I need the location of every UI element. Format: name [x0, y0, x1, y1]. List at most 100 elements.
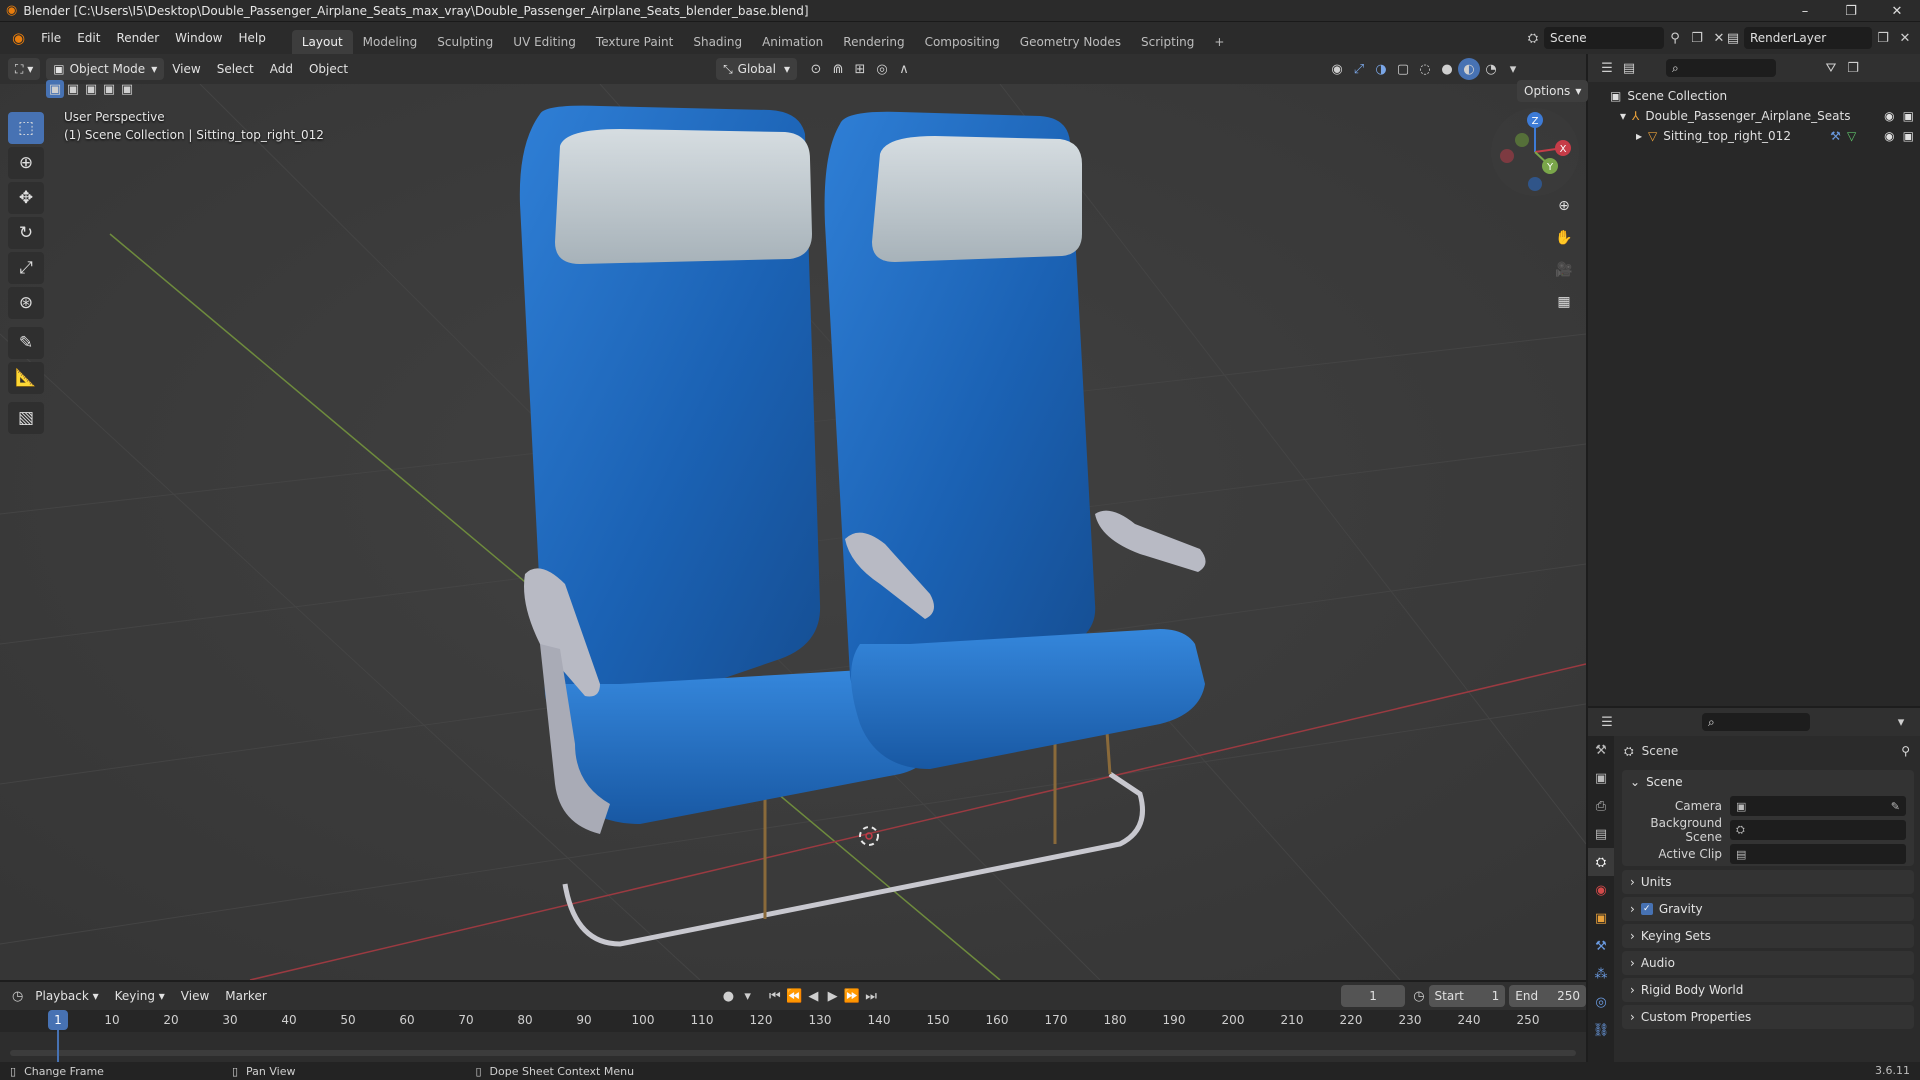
playhead[interactable]: 1	[48, 1010, 68, 1030]
pin-icon[interactable]: ⚲	[1901, 744, 1910, 758]
render-camera-icon[interactable]: ▣	[1903, 109, 1914, 123]
physics-tab-icon[interactable]: ◎	[1588, 988, 1614, 1016]
select-intersect-icon[interactable]: ▣	[118, 80, 136, 98]
cursor-tool[interactable]: ⊕	[8, 147, 44, 179]
shading-material-icon[interactable]: ◐	[1458, 58, 1480, 80]
output-tab-icon[interactable]: ⎙	[1588, 792, 1614, 820]
scene-icon[interactable]: ⛭	[1522, 27, 1544, 49]
measure-tool[interactable]: 📐	[8, 362, 44, 394]
modifier-tab-icon[interactable]: ⚒	[1588, 932, 1614, 960]
falloff-icon[interactable]: ∧	[893, 58, 915, 80]
select-subtract-icon[interactable]: ▣	[82, 80, 100, 98]
viewport-scene-canvas[interactable]: Z X Y	[0, 84, 1586, 980]
zoom-button[interactable]: ⊕	[1550, 192, 1578, 220]
timeline-ruler[interactable]: 10 20 30 40 50 60 70 80 90 100 110 120 1…	[0, 1010, 1586, 1032]
viewport-menu-view[interactable]: View	[164, 62, 208, 76]
menu-render[interactable]: Render	[108, 22, 167, 54]
eye-icon[interactable]: ◉	[1884, 109, 1894, 123]
menu-edit[interactable]: Edit	[69, 22, 108, 54]
units-panel-header[interactable]: › Units	[1622, 870, 1914, 894]
editor-type-button[interactable]: ⛶ ▾	[8, 58, 41, 80]
snap-icon[interactable]: ⋒	[827, 58, 849, 80]
tab-shading[interactable]: Shading	[683, 30, 752, 54]
tab-rendering[interactable]: Rendering	[833, 30, 914, 54]
tab-scripting[interactable]: Scripting	[1131, 30, 1204, 54]
modifier-wrench-icon[interactable]: ⚒	[1830, 129, 1841, 143]
menu-window[interactable]: Window	[167, 22, 230, 54]
timeline-scrollbar[interactable]	[10, 1050, 1576, 1056]
jump-next-keyframe-icon[interactable]: ⏩	[842, 985, 861, 1007]
delete-view-layer-icon[interactable]: ✕	[1894, 27, 1916, 49]
preview-range-icon[interactable]: ◷	[1409, 985, 1428, 1007]
gizmo-neg-x-handle[interactable]	[1500, 149, 1514, 163]
camera-field[interactable]: ▣ ✎	[1730, 796, 1906, 816]
pin-icon[interactable]: ⚲	[1664, 27, 1686, 49]
mesh-data-icon[interactable]: ▽	[1847, 129, 1856, 143]
particles-tab-icon[interactable]: ⁂	[1588, 960, 1614, 988]
auto-keying-icon[interactable]: ●	[719, 985, 738, 1007]
render-tab-icon[interactable]: ▣	[1588, 764, 1614, 792]
outliner-search-input[interactable]: ⌕	[1666, 59, 1776, 77]
timeline-track-area[interactable]	[0, 1032, 1586, 1062]
blender-menu-icon[interactable]: ◉	[0, 29, 33, 47]
menu-help[interactable]: Help	[231, 22, 274, 54]
rigid-body-world-panel-header[interactable]: › Rigid Body World	[1622, 978, 1914, 1002]
new-collection-icon[interactable]: ❐	[1842, 57, 1864, 79]
timeline-menu-keying[interactable]: Keying ▾	[107, 989, 173, 1003]
scene-panel-header[interactable]: ⌄ Scene	[1622, 770, 1914, 794]
timeline-menu-view[interactable]: View	[173, 989, 217, 1003]
navigation-gizmo[interactable]: Z X Y	[1491, 108, 1579, 196]
maximize-button[interactable]: ❐	[1828, 0, 1874, 22]
viewport-options-button[interactable]: Options ▾	[1517, 80, 1589, 102]
new-view-layer-icon[interactable]: ❐	[1872, 27, 1894, 49]
jump-start-icon[interactable]: ⏮	[765, 985, 784, 1007]
tab-modeling[interactable]: Modeling	[353, 30, 428, 54]
outliner-item-collection[interactable]: ▾ ⅄ Double_Passenger_Airplane_Seats ◉ ▣	[1610, 106, 1920, 126]
mode-dropdown[interactable]: ▣ Object Mode ▾	[46, 58, 165, 80]
overlay-toggle-icon[interactable]: ◑	[1370, 58, 1392, 80]
move-tool[interactable]: ✥	[8, 182, 44, 214]
filter-icon[interactable]: ⛛	[1820, 57, 1842, 79]
play-icon[interactable]: ▶	[823, 985, 842, 1007]
audio-panel-header[interactable]: › Audio	[1622, 951, 1914, 975]
outliner-item-scene-collection[interactable]: ▣ Scene Collection	[1610, 86, 1920, 106]
select-new-icon[interactable]: ▣	[46, 80, 64, 98]
tab-compositing[interactable]: Compositing	[915, 30, 1010, 54]
tab-texture-paint[interactable]: Texture Paint	[586, 30, 683, 54]
tool-tab-icon[interactable]: ⚒	[1588, 736, 1614, 764]
select-invert-icon[interactable]: ▣	[100, 80, 118, 98]
collapse-arrow-icon[interactable]: ▸	[1636, 129, 1642, 143]
3d-viewport[interactable]: Z X Y	[0, 84, 1586, 980]
scale-tool[interactable]: ⤢	[8, 252, 44, 284]
tab-uv-editing[interactable]: UV Editing	[503, 30, 586, 54]
minimize-button[interactable]: –	[1782, 0, 1828, 22]
play-reverse-icon[interactable]: ◀	[804, 985, 823, 1007]
add-workspace-button[interactable]: +	[1204, 30, 1234, 54]
world-tab-icon[interactable]: ◉	[1588, 876, 1614, 904]
camera-view-button[interactable]: 🎥	[1550, 256, 1578, 284]
shading-rendered-icon[interactable]: ◔	[1480, 58, 1502, 80]
shading-solid-icon[interactable]: ●	[1436, 58, 1458, 80]
gizmo-toggle-icon[interactable]: ⤢	[1348, 58, 1370, 80]
scene-selector[interactable]: Scene	[1544, 27, 1664, 49]
outliner-item-object[interactable]: ▸ ▽ Sitting_top_right_012 ⚒ ▽ ◉ ▣	[1610, 126, 1920, 146]
viewport-menu-object[interactable]: Object	[301, 62, 356, 76]
transform-tool[interactable]: ⊛	[8, 287, 44, 319]
eyedropper-icon[interactable]: ✎	[1891, 800, 1900, 813]
end-frame-field[interactable]: End 250	[1509, 985, 1587, 1007]
expand-arrow-icon[interactable]: ▾	[1620, 109, 1626, 123]
background-scene-field[interactable]: ⛭	[1730, 820, 1906, 840]
view-layer-icon[interactable]: ▤	[1722, 27, 1744, 49]
scene-tab-icon[interactable]: ⛭	[1588, 848, 1614, 876]
eye-icon[interactable]: ◉	[1884, 129, 1894, 143]
add-cube-tool[interactable]: ▧	[8, 402, 44, 434]
timeline-editor-type-icon[interactable]: ◷	[8, 985, 27, 1007]
jump-prev-keyframe-icon[interactable]: ⏪	[785, 985, 804, 1007]
active-clip-field[interactable]: ▤	[1730, 844, 1906, 864]
display-mode-icon[interactable]: ▤	[1618, 57, 1640, 79]
object-tab-icon[interactable]: ▣	[1588, 904, 1614, 932]
shading-wireframe-icon[interactable]: ◌	[1414, 58, 1436, 80]
close-button[interactable]: ✕	[1874, 0, 1920, 22]
view-layer-selector[interactable]: RenderLayer	[1744, 27, 1872, 49]
view-layer-tab-icon[interactable]: ▤	[1588, 820, 1614, 848]
